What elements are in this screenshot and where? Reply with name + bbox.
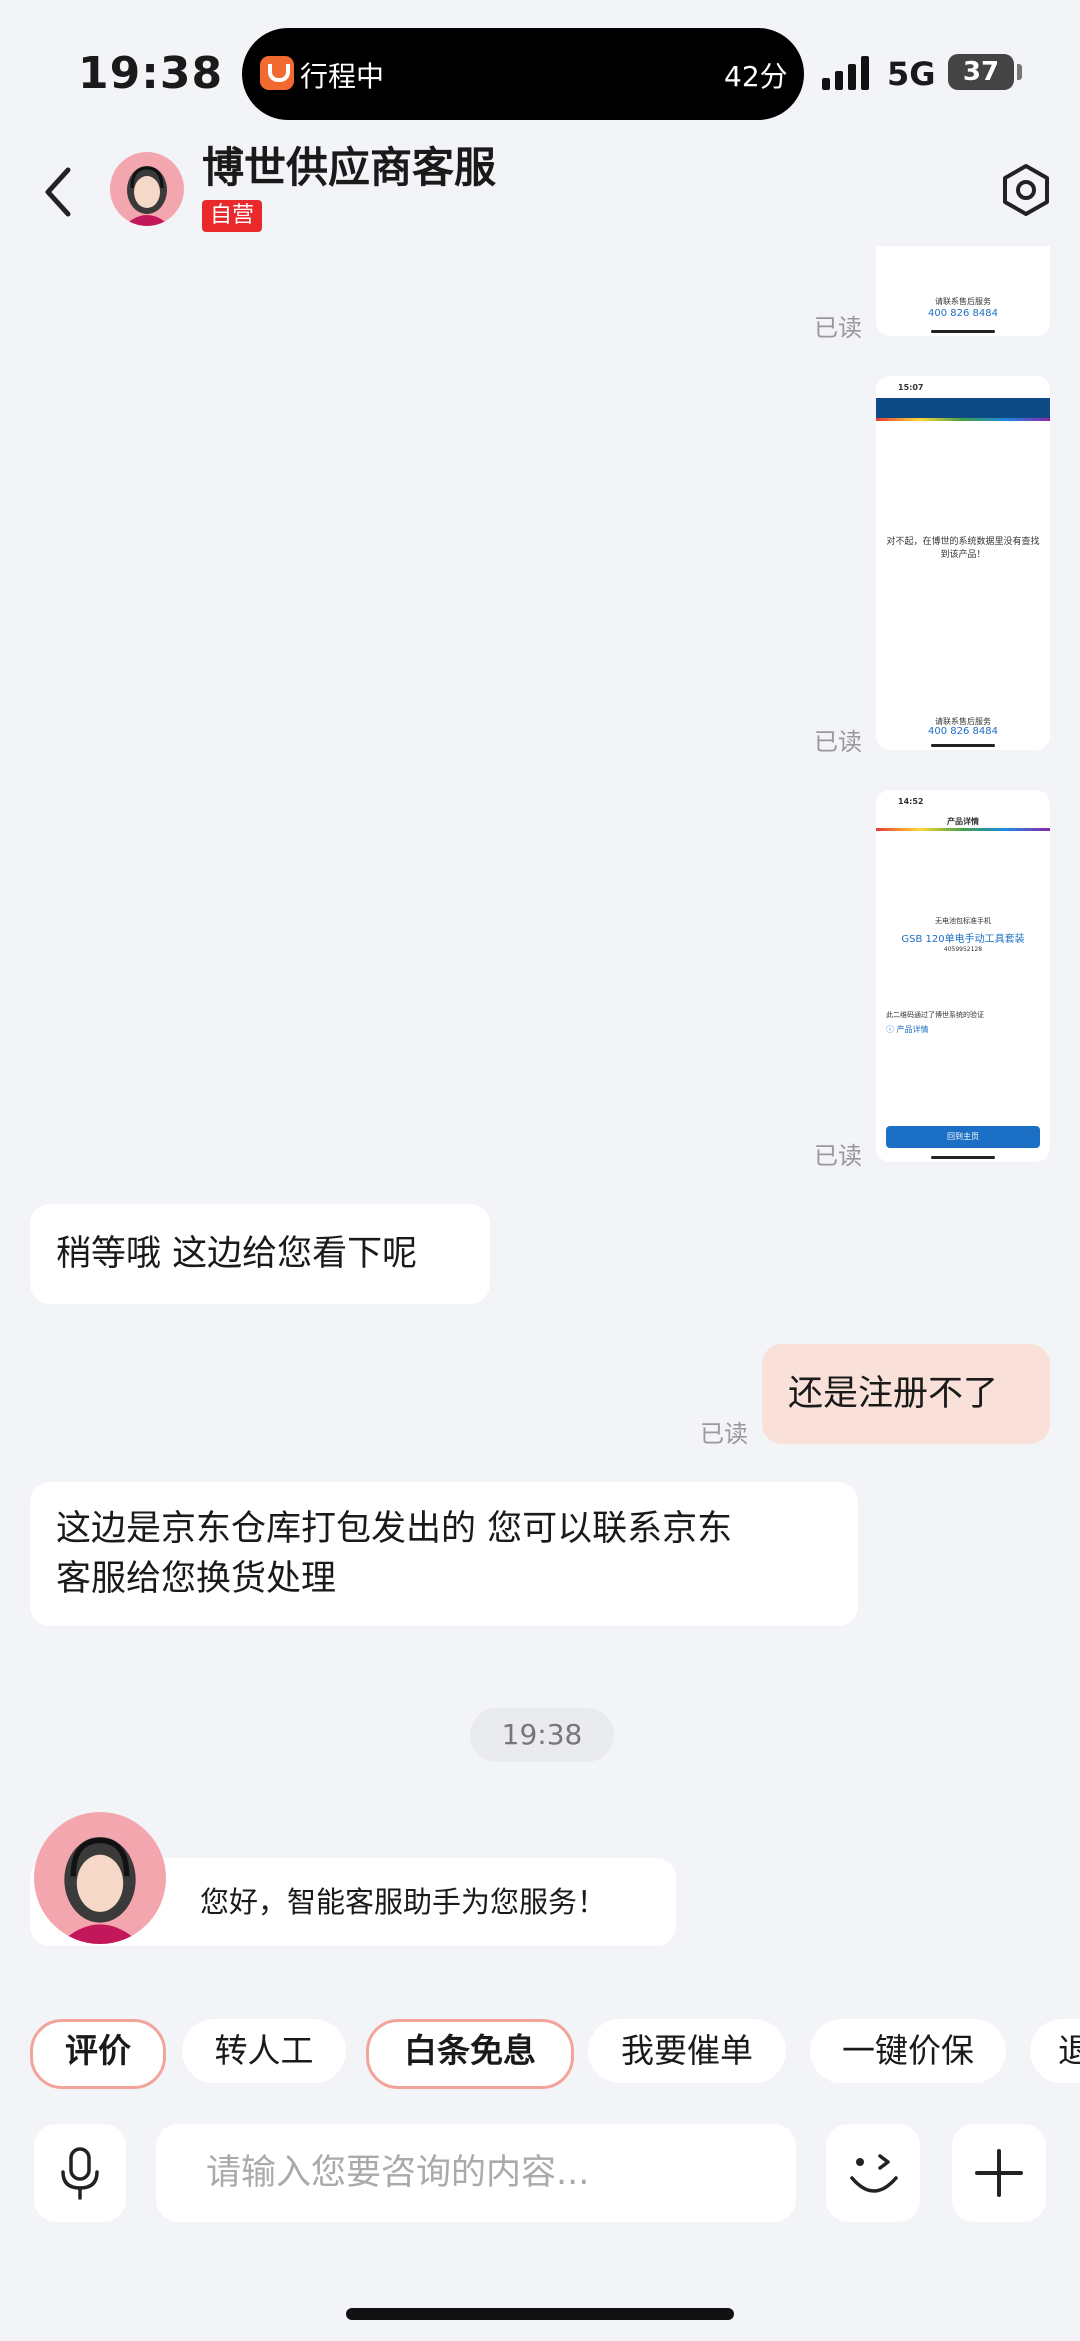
battery-tip bbox=[1017, 64, 1022, 80]
thumb-stripe bbox=[876, 418, 1050, 421]
thumb-verify: 此二维码通过了博世系统的验证 bbox=[886, 1011, 984, 1019]
chip-urge-order[interactable]: 我要催单 bbox=[588, 2019, 786, 2083]
thumb-homebar bbox=[931, 330, 995, 333]
island-status-text: 行程中 bbox=[300, 60, 385, 93]
thumb-navbar bbox=[876, 398, 1050, 418]
agent-avatar-icon bbox=[124, 166, 170, 226]
didi-app-icon bbox=[260, 56, 294, 90]
message-text-line: 客服给您换货处理 bbox=[56, 1559, 337, 1599]
emoji-button[interactable] bbox=[826, 2124, 920, 2222]
chip-price-protect[interactable]: 一键价保 bbox=[810, 2019, 1006, 2083]
time-divider: 19:38 bbox=[470, 1708, 614, 1762]
chip-transfer-human[interactable]: 转人工 bbox=[182, 2019, 346, 2083]
agent-avatar-icon bbox=[58, 1836, 142, 1944]
thumb-header: 产品详情 bbox=[947, 817, 979, 826]
thumb-home-button: 回到主页 bbox=[886, 1126, 1040, 1148]
message-text-line: 这边是京东仓库打包发出的 您可以联系京东 bbox=[56, 1509, 733, 1549]
more-button[interactable] bbox=[952, 2124, 1046, 2222]
thumb-phone: 400 826 8484 bbox=[928, 726, 998, 737]
message-input[interactable]: 请输入您要咨询的内容... bbox=[156, 2124, 796, 2222]
network-type: 5G bbox=[887, 55, 936, 93]
home-indicator bbox=[346, 2308, 734, 2320]
agent-message[interactable]: 这边是京东仓库打包发出的 您可以联系京东 客服给您换货处理 bbox=[30, 1482, 858, 1626]
image-message[interactable]: 15:07 对不起，在博世的系统数据里没有查找到该产品！ 请联系售后服务 400… bbox=[876, 376, 1050, 750]
battery-icon: 37 bbox=[948, 54, 1014, 90]
thumb-product: GSB 120单电手动工具套装 bbox=[901, 934, 1025, 945]
self-operated-badge: 自营 bbox=[202, 200, 263, 232]
message-text: 稍等哦 这边给您看下呢 bbox=[56, 1234, 418, 1274]
read-receipt: 已读 bbox=[700, 1420, 748, 1448]
read-receipt: 已读 bbox=[814, 1142, 862, 1170]
status-time: 19:38 bbox=[78, 48, 224, 99]
settings-icon[interactable] bbox=[998, 162, 1054, 218]
message-text: 还是注册不了 bbox=[788, 1374, 999, 1414]
agent-message[interactable]: 稍等哦 这边给您看下呢 bbox=[30, 1204, 490, 1304]
back-icon[interactable] bbox=[40, 162, 80, 222]
agent-avatar[interactable] bbox=[110, 152, 184, 226]
emoji-icon bbox=[850, 2154, 898, 2193]
thumb-brand: 无电池包标准手机 bbox=[935, 917, 991, 925]
chip-rate[interactable]: 评价 bbox=[30, 2019, 166, 2089]
thumb-homebar bbox=[931, 1156, 995, 1159]
image-message[interactable]: 请联系售后服务 400 826 8484 bbox=[876, 246, 1050, 336]
image-message[interactable]: 14:52 产品详情 无电池包标准手机 GSB 120单电手动工具套装 4059… bbox=[876, 790, 1050, 1162]
read-receipt: 已读 bbox=[814, 314, 862, 342]
island-minutes: 42分 bbox=[724, 60, 788, 93]
thumb-code: 4059952128 bbox=[943, 946, 983, 953]
thumb-homebar bbox=[931, 744, 995, 747]
message-text: 您好，智能客服助手为您服务！ bbox=[200, 1885, 607, 1919]
thumb-time: 15:07 bbox=[898, 383, 924, 392]
plus-icon bbox=[975, 2149, 1023, 2197]
thumb-small-text: 请联系售后服务 bbox=[935, 297, 991, 306]
voice-button[interactable] bbox=[34, 2124, 126, 2222]
thumb-stripe bbox=[876, 828, 1050, 831]
thumb-detail: ⓘ 产品详情 bbox=[886, 1025, 929, 1034]
mic-icon bbox=[61, 2147, 99, 2200]
thumb-time: 14:52 bbox=[898, 797, 924, 806]
thumb-phone: 400 826 8484 bbox=[928, 308, 998, 319]
chip-baitiao-interest-free[interactable]: 白条免息 bbox=[366, 2019, 574, 2089]
thumb-body-text: 对不起，在博世的系统数据里没有查找到该产品！ bbox=[886, 537, 1040, 560]
bot-avatar[interactable] bbox=[34, 1812, 166, 1944]
user-message[interactable]: 还是注册不了 bbox=[762, 1344, 1050, 1444]
chip-return[interactable]: 退 bbox=[1030, 2019, 1080, 2083]
read-receipt: 已读 bbox=[814, 728, 862, 756]
signal-icon bbox=[822, 56, 869, 90]
page-title: 博世供应商客服 bbox=[202, 143, 497, 192]
